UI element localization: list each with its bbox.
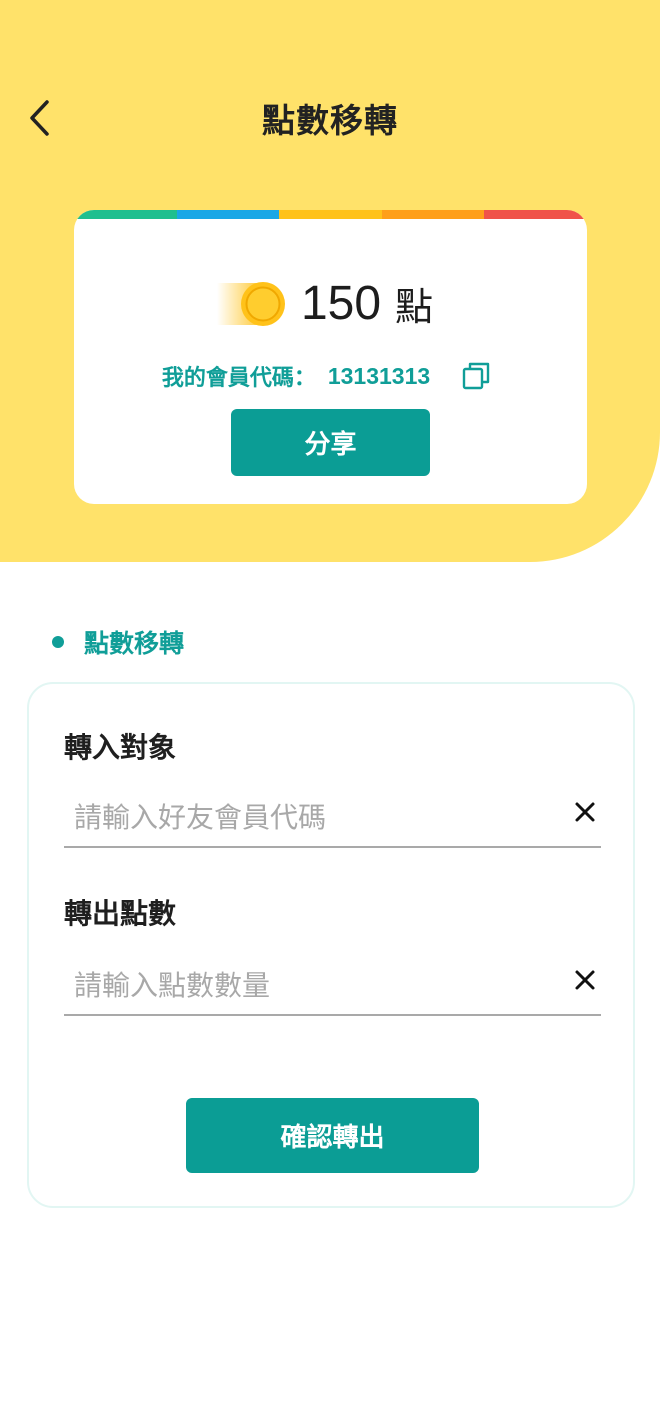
- stripe-segment: [381, 210, 485, 219]
- target-label: 轉入對象: [64, 731, 177, 764]
- bullet-dot: [52, 636, 64, 648]
- member-code-row: 我的會員代碼： 13131313: [0, 360, 660, 392]
- clear-target-button[interactable]: [567, 794, 603, 830]
- points-amount-input[interactable]: [64, 956, 601, 1016]
- section-header: 點數移轉: [52, 624, 184, 660]
- points-unit: 點: [395, 285, 434, 329]
- stripe-segment: [74, 210, 177, 219]
- points-balance: 150 點: [0, 276, 660, 331]
- color-stripe: [74, 210, 587, 219]
- member-code-value: 13131313: [327, 362, 431, 389]
- point-transfer-page: 點數移轉 150 點 我的會員代碼： 13131313 分享 點數移轉 轉入對象…: [0, 0, 660, 1406]
- stripe-segment: [176, 210, 280, 219]
- target-member-code-input[interactable]: [64, 788, 601, 848]
- member-code-label: 我的會員代碼：: [161, 366, 316, 391]
- copy-icon[interactable]: [460, 360, 492, 392]
- share-button[interactable]: 分享: [231, 409, 430, 476]
- section-title: 點數移轉: [84, 629, 185, 658]
- page-title: 點數移轉: [262, 101, 398, 140]
- clear-amount-button[interactable]: [567, 962, 603, 998]
- close-icon: [575, 802, 595, 822]
- stripe-segment: [279, 210, 382, 219]
- coin-icon: [213, 279, 289, 329]
- points-value: 150: [300, 277, 382, 330]
- close-icon: [575, 970, 595, 990]
- stripe-segment: [484, 210, 587, 219]
- confirm-transfer-button[interactable]: 確認轉出: [186, 1098, 479, 1173]
- amount-label: 轉出點數: [64, 897, 177, 930]
- transfer-form: 轉入對象 轉出點數 確認轉出: [27, 682, 635, 1208]
